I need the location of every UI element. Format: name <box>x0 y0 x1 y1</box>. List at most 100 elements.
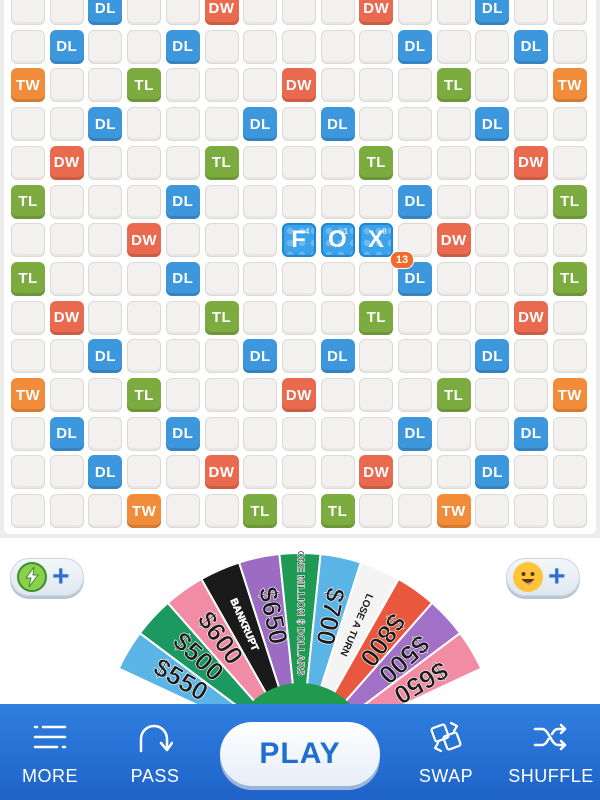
bonus-square-dl[interactable]: DL <box>165 416 200 451</box>
board-square[interactable] <box>127 184 162 219</box>
board-square[interactable] <box>475 261 510 296</box>
board-square[interactable] <box>49 378 84 412</box>
board-square[interactable] <box>475 184 510 219</box>
board-square[interactable] <box>320 300 355 335</box>
bonus-square-tl[interactable]: TL <box>436 378 471 412</box>
bonus-square-dw[interactable]: DW <box>359 0 394 25</box>
board-square[interactable] <box>514 107 549 142</box>
bonus-square-dw[interactable]: DW <box>204 0 239 25</box>
bonus-square-dl[interactable]: DL <box>475 339 510 374</box>
board-square[interactable] <box>243 68 278 103</box>
board-square[interactable] <box>88 494 123 529</box>
board-square[interactable] <box>552 107 587 142</box>
board-square[interactable] <box>398 339 432 374</box>
board-square[interactable] <box>11 339 45 374</box>
bonus-square-dl[interactable]: DL <box>243 107 278 142</box>
board-square[interactable] <box>204 68 239 103</box>
bonus-square-dl[interactable]: DL <box>475 0 510 25</box>
bonus-square-dw[interactable]: DW <box>436 223 471 258</box>
board-square[interactable] <box>11 145 45 180</box>
bonus-square-tl[interactable]: TL <box>243 494 278 529</box>
bonus-square-dw[interactable]: DW <box>514 145 549 180</box>
board-square[interactable] <box>398 145 432 180</box>
board-square[interactable] <box>281 261 316 296</box>
board-square[interactable] <box>552 300 587 335</box>
board-square[interactable] <box>552 455 587 490</box>
bonus-square-tl[interactable]: TL <box>320 494 355 529</box>
board-square[interactable] <box>11 29 45 64</box>
board-square[interactable] <box>320 455 355 490</box>
board-square[interactable] <box>475 29 510 64</box>
board-square[interactable] <box>514 455 549 490</box>
bonus-square-dl[interactable]: DL <box>320 107 355 142</box>
board-square[interactable] <box>514 68 549 103</box>
board-square[interactable] <box>11 494 45 529</box>
bonus-square-tw[interactable]: TW <box>552 378 587 412</box>
play-button[interactable]: PLAY <box>220 722 380 786</box>
board-square[interactable] <box>475 145 510 180</box>
emoji-add-button[interactable]: + <box>506 558 580 596</box>
bonus-square-dl[interactable]: DL <box>88 455 123 490</box>
board-square[interactable] <box>320 68 355 103</box>
board-square[interactable] <box>398 378 432 412</box>
board-square[interactable] <box>552 0 587 25</box>
board-square[interactable] <box>514 184 549 219</box>
board-square[interactable] <box>88 378 123 412</box>
board-square[interactable] <box>204 339 239 374</box>
board-square[interactable] <box>398 0 432 25</box>
bonus-square-dl[interactable]: DL <box>514 416 549 451</box>
bonus-square-tl[interactable]: TL <box>204 145 239 180</box>
bonus-square-dl[interactable]: DL <box>88 0 123 25</box>
board-square[interactable] <box>320 416 355 451</box>
bonus-square-tl[interactable]: TL <box>552 261 587 296</box>
board-square[interactable] <box>204 184 239 219</box>
board-square[interactable] <box>281 0 316 25</box>
board-square[interactable] <box>127 261 162 296</box>
board-square[interactable] <box>359 107 394 142</box>
board-square[interactable] <box>436 416 471 451</box>
bonus-square-dl[interactable]: DL <box>165 261 200 296</box>
board-square[interactable] <box>165 68 200 103</box>
board-square[interactable] <box>204 223 239 258</box>
board-square[interactable] <box>204 494 239 529</box>
board-square[interactable] <box>49 107 84 142</box>
letter-tile[interactable]: O1 <box>320 223 355 258</box>
board-square[interactable] <box>436 145 471 180</box>
board-square[interactable] <box>88 145 123 180</box>
bonus-square-dw[interactable]: DW <box>281 378 316 412</box>
board-square[interactable] <box>359 261 394 296</box>
board-square[interactable] <box>281 416 316 451</box>
board-square[interactable] <box>127 339 162 374</box>
board-square[interactable] <box>88 300 123 335</box>
board-square[interactable] <box>436 0 471 25</box>
board-square[interactable] <box>243 145 278 180</box>
board-square[interactable] <box>436 300 471 335</box>
board-square[interactable] <box>436 29 471 64</box>
board-square[interactable] <box>243 223 278 258</box>
board-square[interactable] <box>11 107 45 142</box>
bonus-square-dl[interactable]: DL <box>398 184 432 219</box>
board-square[interactable] <box>281 184 316 219</box>
board-square[interactable] <box>552 29 587 64</box>
board-square[interactable] <box>436 184 471 219</box>
board-square[interactable] <box>281 107 316 142</box>
bonus-square-tl[interactable]: TL <box>436 68 471 103</box>
bonus-square-dw[interactable]: DW <box>514 300 549 335</box>
bonus-square-dl[interactable]: DL <box>398 416 432 451</box>
bonus-square-dw[interactable]: DW <box>359 455 394 490</box>
board-square[interactable] <box>165 455 200 490</box>
swap-button[interactable]: SWAP <box>401 718 491 790</box>
board-square[interactable] <box>281 300 316 335</box>
pass-button[interactable]: PASS <box>110 718 200 790</box>
board-square[interactable] <box>243 184 278 219</box>
board-square[interactable] <box>552 416 587 451</box>
bonus-square-tw[interactable]: TW <box>436 494 471 529</box>
bonus-square-dl[interactable]: DL <box>49 29 84 64</box>
bonus-square-tl[interactable]: TL <box>11 261 45 296</box>
board-square[interactable] <box>359 339 394 374</box>
board-square[interactable] <box>204 107 239 142</box>
board-square[interactable] <box>88 29 123 64</box>
board-square[interactable] <box>49 0 84 25</box>
board-square[interactable] <box>359 416 394 451</box>
board-square[interactable] <box>281 494 316 529</box>
